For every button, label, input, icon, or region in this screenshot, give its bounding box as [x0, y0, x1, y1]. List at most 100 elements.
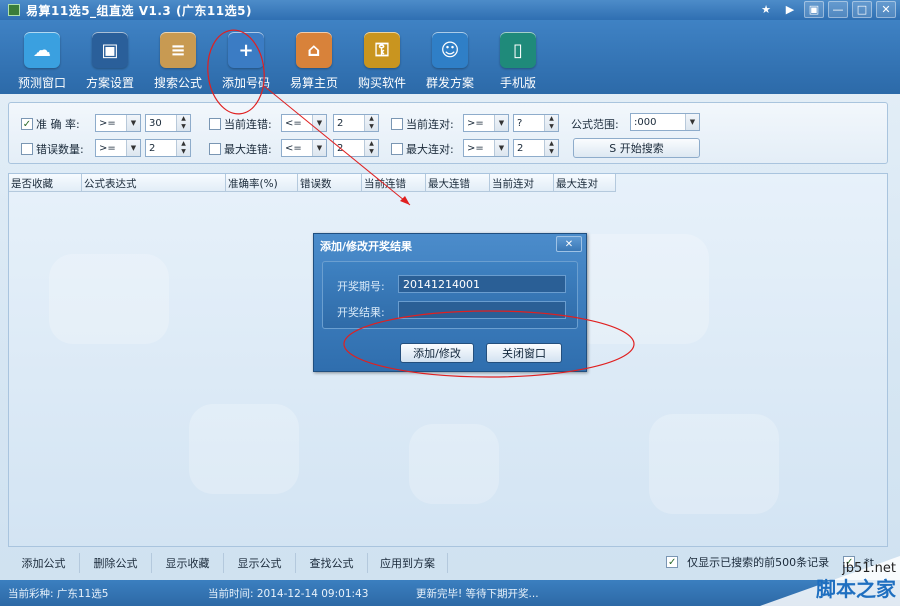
spinner-arrows-icon: ▲ ▼: [176, 115, 190, 131]
accuracy-checkbox[interactable]: ✓: [21, 118, 33, 130]
chevron-down-icon: ▼: [685, 114, 699, 130]
delete-formula-button[interactable]: 删除公式: [80, 553, 152, 573]
filter-current-miss: 当前连错:: [209, 114, 272, 134]
col-expression[interactable]: 公式表达式: [82, 174, 226, 192]
toolbar-search-formula[interactable]: ≡ 搜索公式: [144, 20, 212, 94]
current-hit-value: ?: [517, 117, 523, 129]
spinner-arrows-icon: ▲ ▼: [364, 115, 378, 131]
col-errors[interactable]: 错误数: [298, 174, 362, 192]
spinner-arrows-icon: ▲ ▼: [544, 140, 558, 156]
toolbar-add-number[interactable]: + 添加号码: [212, 20, 280, 94]
max-miss-spinner[interactable]: 2 ▲ ▼: [333, 139, 379, 157]
background-decoration: [569, 234, 709, 344]
key-icon: ⚿: [364, 32, 400, 68]
range-select[interactable]: :000 ▼: [630, 113, 700, 131]
current-miss-op-value: <=: [285, 117, 302, 129]
toolbar-home[interactable]: ⌂ 易算主页: [280, 20, 348, 94]
maximize-button[interactable]: □: [852, 1, 872, 18]
error-count-value: 2: [149, 142, 156, 154]
monitor-icon: ▣: [92, 32, 128, 68]
skin-icon[interactable]: ▣: [804, 1, 824, 18]
accuracy-op-select[interactable]: >= ▼: [95, 114, 141, 132]
col-current-miss[interactable]: 当前连错: [362, 174, 426, 192]
col-favorite[interactable]: 是否收藏: [9, 174, 82, 192]
error-count-op-value: >=: [99, 142, 116, 154]
spinner-arrows-icon: ▲ ▼: [176, 140, 190, 156]
app-icon: [8, 4, 20, 16]
cloud-icon: ☁: [24, 32, 60, 68]
background-decoration: [649, 414, 779, 514]
toolbar-label: 搜索公式: [153, 76, 202, 90]
minimize-button[interactable]: —: [828, 1, 848, 18]
toolbar-buy[interactable]: ⚿ 购买软件: [348, 20, 416, 94]
accuracy-label: 准 确 率:: [36, 118, 80, 131]
period-input[interactable]: 20141214001: [398, 275, 566, 293]
toolbar-label: 手机版: [499, 76, 536, 90]
max-miss-op-select[interactable]: <= ▼: [281, 139, 327, 157]
toolbar-plan-settings[interactable]: ▣ 方案设置: [76, 20, 144, 94]
max-miss-label: 最大连错:: [224, 143, 272, 156]
range-value: :000: [634, 116, 657, 128]
toolbar-label: 方案设置: [85, 76, 134, 90]
current-miss-spinner[interactable]: 2 ▲ ▼: [333, 114, 379, 132]
apply-to-plan-button[interactable]: 应用到方案: [368, 553, 448, 573]
add-formula-button[interactable]: 添加公式: [8, 553, 80, 573]
max-hit-op-select[interactable]: >= ▼: [463, 139, 509, 157]
error-count-label: 错误数量:: [36, 143, 84, 156]
start-search-button[interactable]: S 开始搜索: [573, 138, 700, 158]
show-favorites-button[interactable]: 显示收藏: [152, 553, 224, 573]
toolbar-label: 添加号码: [221, 76, 270, 90]
col-max-hit[interactable]: 最大连对: [554, 174, 616, 192]
dialog-title: 添加/修改开奖结果: [320, 240, 413, 253]
add-modify-button[interactable]: 添加/修改: [400, 343, 474, 363]
action-bar: 添加公式 删除公式 显示收藏 显示公式 查找公式 应用到方案 ✓ 仅显示已搜索的…: [8, 552, 888, 574]
current-miss-op-select[interactable]: <= ▼: [281, 114, 327, 132]
window-title: 易算11选5_组直选 V1.3 (广东11选5): [26, 3, 252, 18]
close-window-button[interactable]: 关闭窗口: [486, 343, 562, 363]
current-miss-checkbox[interactable]: [209, 118, 221, 130]
current-hit-op-select[interactable]: >= ▼: [463, 114, 509, 132]
result-input[interactable]: [398, 301, 566, 319]
toolbar-label: 易算主页: [289, 76, 338, 90]
accuracy-value: 30: [149, 117, 162, 129]
max-hit-spinner[interactable]: 2 ▲ ▼: [513, 139, 559, 157]
background-decoration: [409, 424, 499, 504]
background-decoration: [189, 404, 299, 494]
max-miss-checkbox[interactable]: [209, 143, 221, 155]
find-formula-button[interactable]: 查找公式: [296, 553, 368, 573]
col-current-hit[interactable]: 当前连对: [490, 174, 554, 192]
col-accuracy[interactable]: 准确率(%): [226, 174, 298, 192]
accuracy-spinner[interactable]: 30 ▲ ▼: [145, 114, 191, 132]
show-formulas-button[interactable]: 显示公式: [224, 553, 296, 573]
phone-icon: ▯: [500, 32, 536, 68]
close-button[interactable]: ✕: [876, 1, 896, 18]
error-count-checkbox[interactable]: [21, 143, 33, 155]
error-count-op-select[interactable]: >= ▼: [95, 139, 141, 157]
app-window: 易算11选5_组直选 V1.3 (广东11选5) ★ ▶ ▣ — □ ✕ ☁ 预…: [0, 0, 900, 606]
toolbar-label: 购买软件: [357, 76, 406, 90]
users-icon: ☺: [432, 32, 468, 68]
max-miss-value: 2: [337, 142, 344, 154]
toolbar-mobile[interactable]: ▯ 手机版: [484, 20, 552, 94]
top500-checkbox[interactable]: ✓: [666, 556, 679, 568]
play-icon[interactable]: ▶: [780, 1, 800, 18]
max-hit-checkbox[interactable]: [391, 143, 403, 155]
status-lottery: 当前彩种: 广东11选5: [8, 587, 109, 600]
current-miss-value: 2: [337, 117, 344, 129]
house-icon: ⌂: [296, 32, 332, 68]
toolbar-label: 预测窗口: [17, 76, 66, 90]
current-hit-checkbox[interactable]: [391, 118, 403, 130]
error-count-spinner[interactable]: 2 ▲ ▼: [145, 139, 191, 157]
status-message: 更新完毕! 等待下期开奖...: [416, 587, 539, 600]
window-controls: ★ ▶ ▣ — □ ✕: [756, 1, 896, 18]
period-label: 开奖期号:: [337, 280, 385, 293]
spinner-arrows-icon: ▲ ▼: [544, 115, 558, 131]
favorite-icon[interactable]: ★: [756, 1, 776, 18]
dialog-close-icon[interactable]: ✕: [556, 236, 582, 252]
title-bar: 易算11选5_组直选 V1.3 (广东11选5) ★ ▶ ▣ — □ ✕: [0, 0, 900, 20]
max-hit-label: 最大连对:: [406, 143, 454, 156]
toolbar-predict-window[interactable]: ☁ 预测窗口: [8, 20, 76, 94]
col-max-miss[interactable]: 最大连错: [426, 174, 490, 192]
toolbar-group-send[interactable]: ☺ 群发方案: [416, 20, 484, 94]
current-hit-spinner[interactable]: ? ▲ ▼: [513, 114, 559, 132]
